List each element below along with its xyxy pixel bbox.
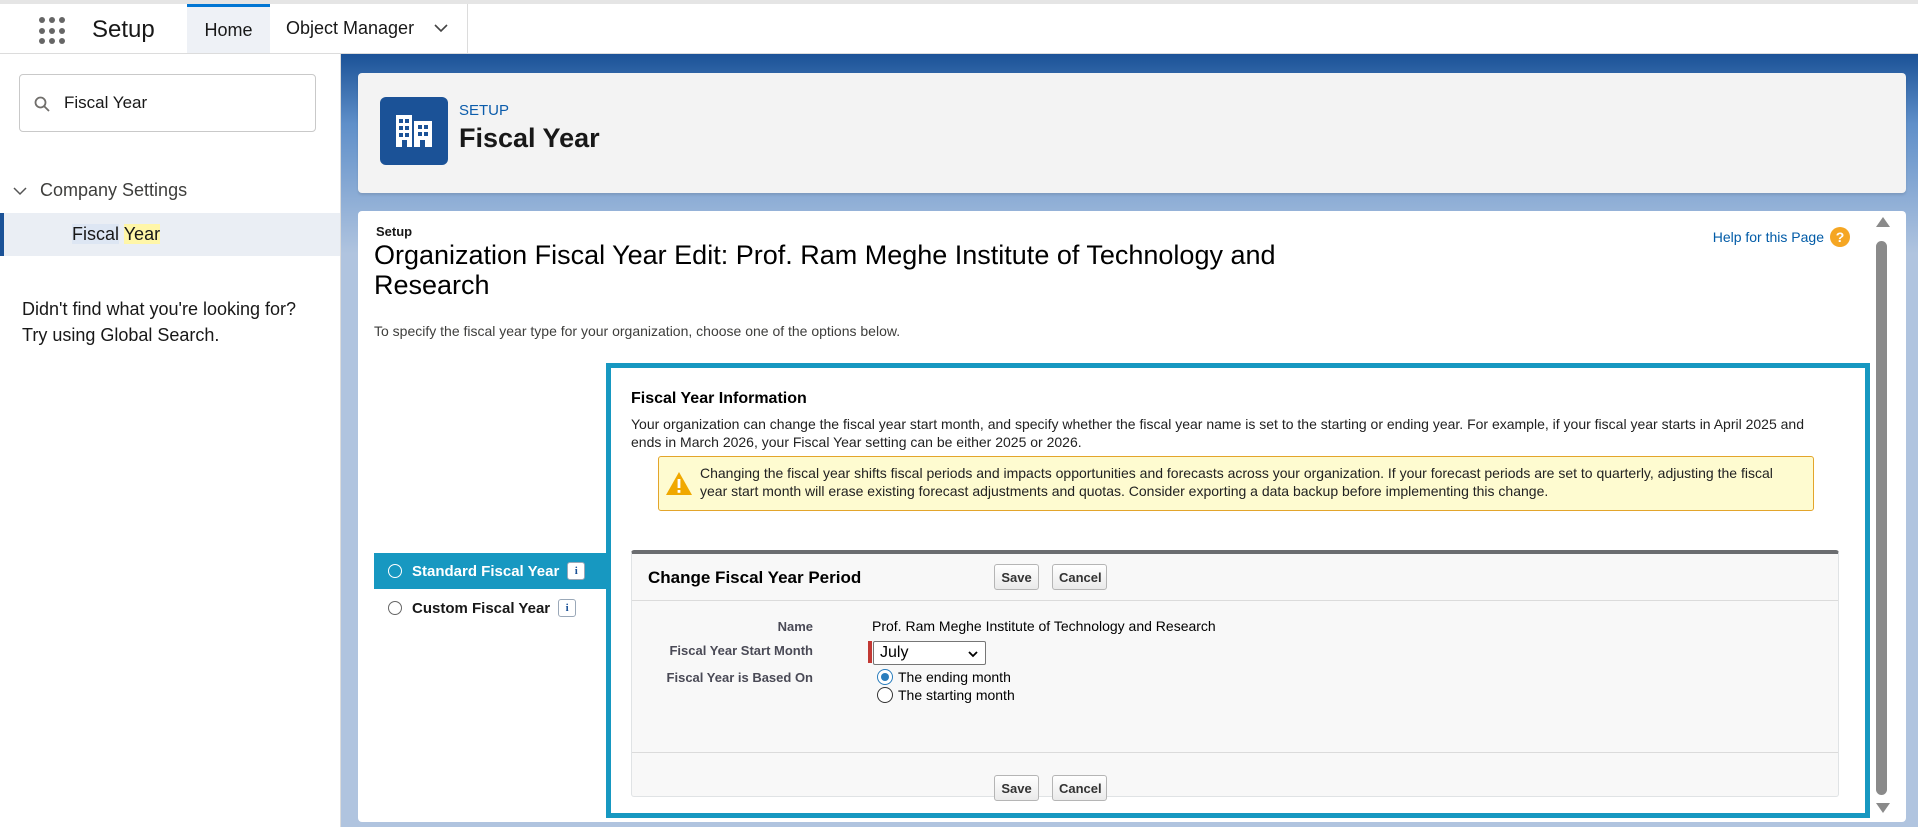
cancel-button-bottom[interactable]: Cancel xyxy=(1052,775,1107,801)
main-panel: Setup Organization Fiscal Year Edit: Pro… xyxy=(358,211,1906,822)
fiscal-year-box: Fiscal Year Information Your organizatio… xyxy=(606,363,1870,818)
nav-tab-object-manager[interactable]: Object Manager xyxy=(270,4,468,53)
option-label: Standard Fiscal Year xyxy=(412,562,560,580)
sidebar-item-label-part2: Year xyxy=(123,224,161,244)
warning-banner: Changing the fiscal year shifts fiscal p… xyxy=(658,456,1814,511)
info-icon[interactable]: i xyxy=(558,599,577,617)
scroll-thumb[interactable] xyxy=(1876,241,1887,795)
help-icon: ? xyxy=(1830,227,1850,247)
fiscal-year-info-heading: Fiscal Year Information xyxy=(631,390,807,407)
global-search-link[interactable]: Try using Global Search. xyxy=(22,325,219,345)
app-launcher-icon[interactable] xyxy=(38,16,68,46)
radio-ending-month-label: The ending month xyxy=(898,669,1011,685)
form-header: Change Fiscal Year Period Save Cancel xyxy=(632,554,1838,601)
not-found-line1: Didn't find what you're looking for? xyxy=(22,299,297,319)
radio-selected-icon[interactable] xyxy=(877,669,893,685)
sidebar-item-fiscal-year[interactable]: Fiscal Year xyxy=(0,213,340,256)
radio-starting-month-label: The starting month xyxy=(898,687,1015,703)
quick-find-input[interactable] xyxy=(64,89,304,117)
radio-starting-month[interactable]: The starting month xyxy=(877,687,1015,703)
tree-group-label: Company Settings xyxy=(40,180,188,200)
instructions: To specify the fiscal year type for your… xyxy=(374,323,901,339)
chevron-down-icon[interactable] xyxy=(433,20,449,36)
building-icon xyxy=(380,97,448,165)
option-label: Custom Fiscal Year xyxy=(412,599,551,617)
not-found-message: Didn't find what you're looking for? Try… xyxy=(22,296,296,348)
app-name: Setup xyxy=(92,16,155,43)
radio-icon xyxy=(388,601,402,615)
nav-tab-home[interactable]: Home xyxy=(187,4,270,53)
option-standard-fiscal-year[interactable]: Standard Fiscal Year i xyxy=(374,553,606,589)
setup-label: Setup xyxy=(376,224,413,239)
name-value: Prof. Ram Meghe Institute of Technology … xyxy=(872,618,1216,634)
quick-find-box xyxy=(19,74,316,132)
warning-icon xyxy=(666,472,692,495)
based-on-label: Fiscal Year is Based On xyxy=(666,670,813,685)
help-link[interactable]: Help for this Page ? xyxy=(1713,227,1850,247)
sidebar-item-label-part1: Fiscal xyxy=(72,224,120,244)
nav-tab-home-label: Home xyxy=(204,19,253,40)
tree-group-company-settings[interactable]: Company Settings xyxy=(12,180,187,201)
page-eyebrow: SETUP xyxy=(459,102,510,119)
save-button-bottom[interactable]: Save xyxy=(994,775,1039,801)
page-title: Fiscal Year xyxy=(459,123,600,153)
form-divider xyxy=(632,752,1838,753)
radio-ending-month[interactable]: The ending month xyxy=(877,669,1011,685)
change-fiscal-year-form: Change Fiscal Year Period Save Cancel Na… xyxy=(631,550,1839,801)
start-month-label: Fiscal Year Start Month xyxy=(669,643,813,658)
required-indicator xyxy=(868,641,872,663)
scroll-down-arrow-icon[interactable] xyxy=(1876,803,1890,813)
radio-icon xyxy=(388,564,402,578)
setup-sidebar: Company Settings Fiscal Year Didn't find… xyxy=(0,54,341,827)
fiscal-year-info-text: Your organization can change the fiscal … xyxy=(631,416,1804,450)
info-icon[interactable]: i xyxy=(567,562,586,580)
global-header: Setup Home Object Manager xyxy=(0,0,1918,54)
search-icon xyxy=(34,96,50,112)
cancel-button-top[interactable]: Cancel xyxy=(1052,564,1107,590)
page-header: SETUP Fiscal Year xyxy=(358,73,1906,193)
save-button-top[interactable]: Save xyxy=(994,564,1039,590)
form-title: Change Fiscal Year Period xyxy=(648,568,862,587)
radio-unselected-icon[interactable] xyxy=(877,687,893,703)
start-month-select[interactable]: July xyxy=(873,641,986,665)
chevron-down-icon xyxy=(13,186,27,195)
scrollbar[interactable] xyxy=(1872,211,1892,822)
name-label: Name xyxy=(777,619,813,634)
chevron-down-icon xyxy=(968,651,978,658)
nav-tab-object-manager-label: Object Manager xyxy=(286,18,415,38)
scroll-up-arrow-icon[interactable] xyxy=(1876,217,1890,227)
option-custom-fiscal-year[interactable]: Custom Fiscal Year i xyxy=(374,590,606,626)
warning-text: Changing the fiscal year shifts fiscal p… xyxy=(700,465,1773,499)
help-link-label: Help for this Page xyxy=(1712,229,1824,245)
start-month-value: July xyxy=(880,644,909,661)
edit-page-title: Organization Fiscal Year Edit: Prof. Ram… xyxy=(374,240,1276,300)
